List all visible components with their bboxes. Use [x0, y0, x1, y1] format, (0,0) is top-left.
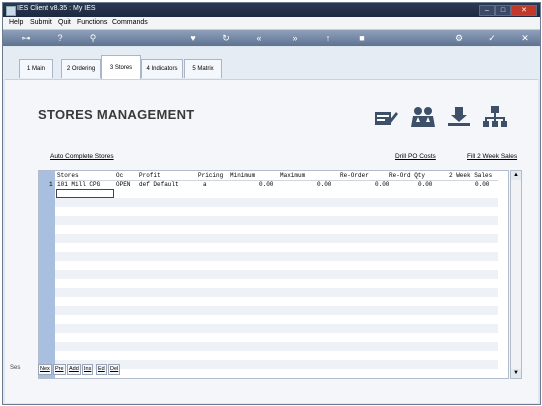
app-window: IES Client v8.35 : My IES – □ ✕ Help Sub… [2, 2, 541, 405]
auto-complete-stores-link[interactable]: Auto Complete Stores [50, 153, 114, 160]
fill-2-week-sales-link[interactable]: Fill 2 Week Sales [467, 153, 517, 160]
empty-row [55, 360, 498, 369]
col-stores: Stores [57, 172, 79, 179]
row-number: 1 [49, 181, 53, 188]
close-window-button[interactable]: ✕ [511, 5, 537, 16]
menu-submit[interactable]: Submit [30, 19, 52, 26]
empty-row [55, 234, 498, 243]
cell-oc[interactable]: OPEN [116, 181, 130, 188]
hierarchy-icon[interactable] [482, 106, 508, 128]
refresh-icon[interactable]: ↻ [219, 32, 233, 44]
search-icon[interactable]: ⚲ [86, 32, 100, 44]
menu-functions[interactable]: Functions [77, 19, 107, 26]
tab-ordering[interactable]: 2 Ordering [61, 59, 101, 78]
tab-main[interactable]: 1 Main [19, 59, 53, 78]
cell-maximum[interactable]: 0.00 [317, 181, 331, 188]
side-label: Ses [10, 365, 21, 371]
menu-help[interactable]: Help [9, 19, 23, 26]
cell-pricing[interactable]: a [203, 181, 207, 188]
users-icon[interactable] [410, 106, 436, 128]
table-scrollbar[interactable]: ▲ ▼ [510, 170, 522, 379]
empty-row [55, 306, 498, 315]
close-icon[interactable]: ✕ [518, 32, 532, 44]
stores-table: Stores Oc Profit Pricing Minimum Maximum… [38, 170, 509, 379]
empty-row [55, 216, 498, 225]
up-icon[interactable]: ↑ [321, 32, 335, 44]
delete-button[interactable]: Del [108, 364, 121, 375]
next-button[interactable]: Nex [38, 364, 52, 375]
cell-profit[interactable]: def Default [139, 181, 179, 188]
title-bar: IES Client v8.35 : My IES – □ ✕ [3, 3, 540, 17]
window-title: IES Client v8.35 : My IES [17, 5, 96, 12]
drill-po-costs-link[interactable]: Drill PO Costs [395, 153, 436, 160]
table-row[interactable]: 101 Mill CPG OPEN def Default a 0.00 0.0… [55, 180, 498, 189]
empty-row [55, 252, 498, 261]
empty-row [55, 288, 498, 297]
cell-store[interactable]: 101 Mill CPG [57, 181, 100, 188]
scroll-up-icon[interactable]: ▲ [511, 171, 521, 180]
cell-minimum[interactable]: 0.00 [259, 181, 273, 188]
cell-2week-sales[interactable]: 0.00 [475, 181, 489, 188]
previous-button[interactable]: Pre [53, 364, 66, 375]
col-reorder: Re-Order [340, 172, 369, 179]
col-reord-qty: Re-Ord Qty [389, 172, 426, 179]
cell-reord-qty[interactable]: 0.00 [418, 181, 432, 188]
stop-icon[interactable]: ■ [355, 32, 369, 44]
empty-row [55, 324, 498, 333]
check-icon[interactable]: ✓ [485, 32, 499, 44]
tab-stores[interactable]: 3 Stores [101, 55, 141, 80]
menu-quit[interactable]: Quit [58, 19, 71, 26]
empty-row [55, 198, 498, 207]
heart-icon[interactable]: ♥ [186, 32, 200, 44]
page-title: STORES MANAGEMENT [38, 107, 195, 122]
row-number-column [39, 171, 55, 378]
col-oc: Oc [116, 172, 124, 179]
edit-button[interactable]: Ed [96, 364, 107, 375]
col-minimum: Minimum [230, 172, 256, 179]
minimize-button[interactable]: – [479, 5, 495, 16]
edit-document-icon[interactable] [373, 106, 399, 128]
main-panel: STORES MANAGEMENT Auto Complete Stores D… [5, 79, 538, 403]
empty-row [55, 270, 498, 279]
maximize-button[interactable]: □ [495, 5, 511, 16]
insert-button[interactable]: Ins [82, 364, 94, 375]
app-icon [6, 6, 16, 16]
tab-matrix[interactable]: 5 Matrix [184, 59, 222, 78]
rewind-icon[interactable]: « [252, 32, 266, 44]
download-tray-icon[interactable] [446, 106, 472, 128]
menu-bar: Help Submit Quit Functions Commands [3, 17, 540, 30]
help-icon[interactable]: ? [53, 32, 67, 44]
toolbar: ⊶ ? ⚲ ♥ ↻ « » ↑ ■ ⚙ ✓ ✕ [3, 30, 540, 46]
settings-icon[interactable]: ⚙ [452, 32, 466, 44]
empty-row [55, 342, 498, 351]
add-button[interactable]: Add [67, 364, 81, 375]
col-2week-sales: 2 Week Sales [449, 172, 493, 179]
col-profit: Profit [139, 172, 161, 179]
fast-forward-icon[interactable]: » [288, 32, 302, 44]
new-store-input[interactable] [56, 189, 114, 198]
menu-commands[interactable]: Commands [112, 19, 148, 26]
cell-reorder[interactable]: 0.00 [375, 181, 389, 188]
tab-bar: 1 Main 2 Ordering 3 Stores 4 Indicators … [3, 47, 540, 80]
col-maximum: Maximum [280, 172, 306, 179]
col-pricing: Pricing [198, 172, 224, 179]
tab-indicators[interactable]: 4 Indicators [141, 59, 183, 78]
key-icon[interactable]: ⊶ [15, 32, 37, 44]
scroll-down-icon[interactable]: ▼ [511, 369, 521, 378]
